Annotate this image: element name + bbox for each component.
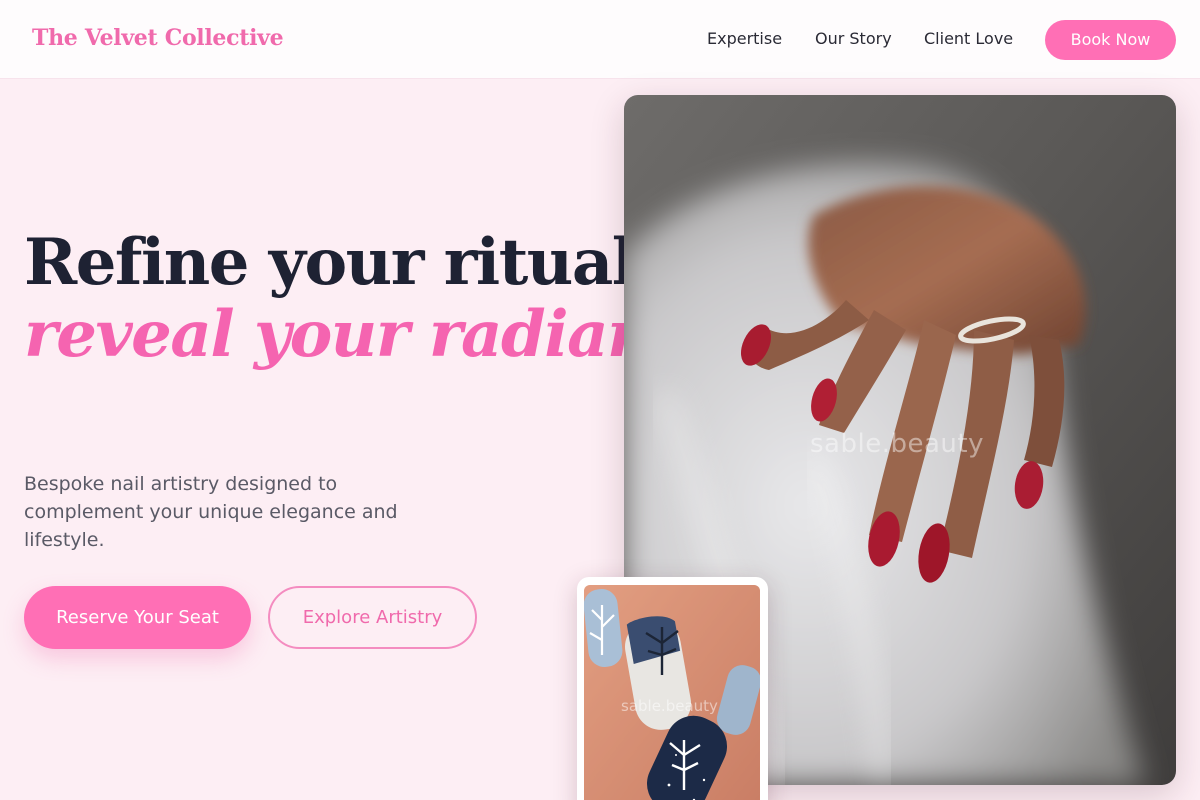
explore-artistry-button[interactable]: Explore Artistry [268, 586, 477, 649]
winter-tree-nails-image [584, 585, 760, 800]
inset-photo-watermark: sable.beauty [621, 697, 718, 715]
nav-link-client-love[interactable]: Client Love [924, 29, 1013, 48]
top-navbar: The Velvet Collective Expertise Our Stor… [0, 0, 1200, 79]
hero-subtext: Bespoke nail artistry designed to comple… [24, 473, 398, 551]
book-now-button[interactable]: Book Now [1045, 20, 1176, 60]
reserve-seat-button[interactable]: Reserve Your Seat [24, 586, 251, 649]
nav-link-our-story[interactable]: Our Story [815, 29, 892, 48]
nail-art-inset-card: sable.beauty [577, 577, 768, 800]
brand-logo[interactable]: The Velvet Collective [32, 25, 284, 51]
winter-nail-art-photo: sable.beauty [584, 585, 760, 800]
headline-line-1: Refine your ritual, [24, 225, 657, 300]
nav-link-expertise[interactable]: Expertise [707, 29, 782, 48]
hero-photo-watermark: sable.beauty [810, 429, 984, 459]
